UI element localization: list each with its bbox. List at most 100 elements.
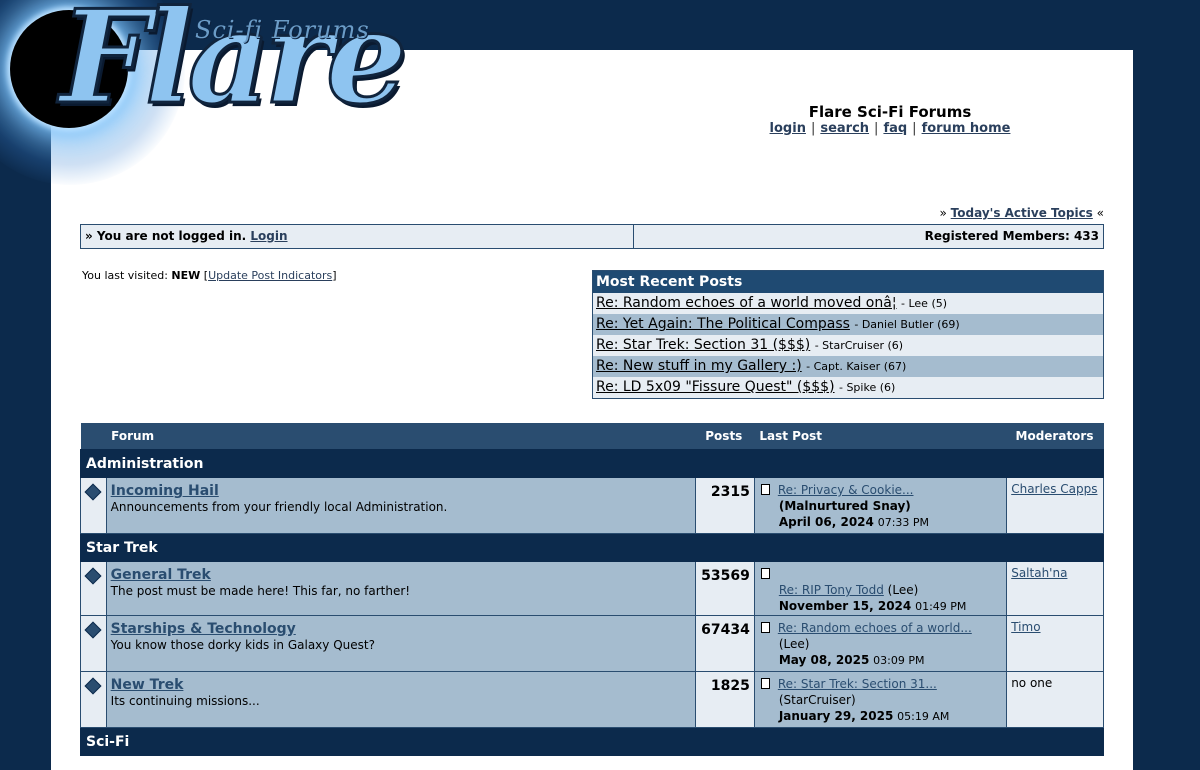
nav-separator: | [912, 121, 917, 136]
recent-post-link[interactable]: Re: Random echoes of a world moved onâ¦ [596, 295, 897, 311]
forum-link-incoming-hail[interactable]: Incoming Hail [111, 483, 219, 499]
flare-logo[interactable]: Flare Sci-fi Forums [0, 0, 409, 200]
category-star-trek[interactable]: Star Trek [80, 533, 1104, 562]
last-post-date: January 29, 2025 [778, 709, 894, 723]
diamond-icon [84, 621, 102, 639]
moderator-cell: Charles Capps [1006, 477, 1104, 534]
forum-post-count: 2315 [694, 477, 755, 534]
nav-login-link[interactable]: login [770, 121, 806, 136]
recent-post-meta: - StarCruiser (6) [814, 339, 904, 352]
category-row: Administration [80, 449, 1104, 478]
last-post-author: (Lee) [778, 637, 810, 651]
nav-search-link[interactable]: search [820, 121, 869, 136]
category-row: Star Trek [80, 533, 1104, 562]
last-post-time: 07:33 PM [877, 516, 930, 529]
moderator-link[interactable]: Timo [1011, 620, 1040, 634]
moderator-cell: no one [1006, 671, 1104, 728]
recent-post-link[interactable]: Re: New stuff in my Gallery :) [596, 358, 802, 374]
post-page-icon[interactable] [760, 678, 770, 689]
recent-post-link[interactable]: Re: Yet Again: The Political Compass [596, 316, 850, 332]
last-post-link[interactable]: Re: Star Trek: Section 31... [778, 677, 937, 691]
forum-cell: General Trek The post must be made here!… [105, 561, 696, 616]
recent-post-count: (6) [887, 339, 904, 352]
recent-post-link[interactable]: Re: Star Trek: Section 31 ($$$) [596, 337, 810, 353]
last-post-cell: Re: Star Trek: Section 31... (StarCruise… [753, 671, 1008, 728]
moderator-link[interactable]: Saltah'na [1011, 566, 1067, 580]
forum-cell: Starships & Technology You know those do… [105, 615, 696, 672]
site-title: Flare Sci-Fi Forums [808, 103, 972, 121]
recent-posts-title: Most Recent Posts [593, 271, 1103, 293]
post-page-icon[interactable] [760, 568, 770, 579]
recent-post-count: (6) [879, 381, 896, 394]
update-post-indicators-link[interactable]: Update Post Indicators [208, 269, 332, 282]
forum-row: General Trek The post must be made here!… [80, 561, 1104, 616]
login-status: » You are not logged in. Login [81, 225, 634, 248]
login-status-text: » You are not logged in. [85, 229, 247, 243]
forum-cell: Incoming Hail Announcements from your fr… [105, 477, 696, 534]
forum-description: Announcements from your friendly local A… [110, 500, 448, 514]
category-administration[interactable]: Administration [80, 449, 1104, 478]
nav-separator: | [810, 121, 816, 136]
moderator-cell: Saltah'na [1006, 561, 1104, 616]
last-post-date: November 15, 2024 [778, 599, 912, 613]
nav-separator: | [874, 121, 879, 136]
table-header-row: Forum Posts Last Post Moderators [80, 423, 1104, 450]
forum-status-icon [80, 671, 107, 728]
last-post-time: 03:09 PM [873, 654, 925, 667]
header-last-post: Last Post [754, 423, 1007, 450]
forum-link-general-trek[interactable]: General Trek [111, 567, 211, 583]
forum-description: The post must be made here! This far, no… [110, 584, 411, 598]
last-post-link[interactable]: Re: RIP Tony Todd [779, 583, 884, 597]
forum-status-icon [80, 615, 107, 672]
forum-status-icon [80, 477, 107, 534]
forum-row: Incoming Hail Announcements from your fr… [80, 477, 1104, 534]
last-post-time: 01:49 PM [915, 600, 967, 613]
category-row: Sci-Fi [80, 727, 1104, 756]
nav-forum-home-link[interactable]: forum home [922, 121, 1011, 136]
diamond-icon [84, 483, 102, 501]
forum-row: New Trek Its continuing missions... 1825… [80, 671, 1104, 728]
last-post-cell: Re: Privacy & Cookie... (Malnurtured Sna… [753, 477, 1008, 534]
category-sci-fi[interactable]: Sci-Fi [80, 727, 1104, 756]
last-visited-label: You last visited: [82, 269, 168, 282]
recent-post-author: StarCruiser [822, 339, 884, 352]
last-visited: You last visited: NEW [Update Post Indic… [82, 269, 337, 282]
last-post-link[interactable]: Re: Random echoes of a world... [778, 621, 972, 635]
recent-post-author: Spike [846, 381, 877, 394]
header-icon-col [80, 423, 107, 450]
active-topics-link[interactable]: Today's Active Topics [951, 206, 1093, 220]
last-post-date: April 06, 2024 [778, 515, 874, 529]
diamond-icon [84, 677, 102, 695]
post-page-icon[interactable] [760, 484, 770, 495]
last-post-link[interactable]: Re: Privacy & Cookie... [778, 483, 914, 497]
last-visited-value: NEW [171, 269, 201, 282]
recent-post-item: Re: LD 5x09 "Fissure Quest" ($$$) - Spik… [593, 377, 1103, 398]
last-post-cell: Re: RIP Tony Todd (Lee) November 15, 202… [753, 561, 1008, 616]
recent-post-meta: - Capt. Kaiser (67) [806, 360, 907, 373]
most-recent-posts: Most Recent Posts Re: Random echoes of a… [592, 270, 1104, 399]
recent-post-author: Lee [908, 297, 928, 310]
forum-link-starships-technology[interactable]: Starships & Technology [111, 621, 296, 637]
forum-status-icon [80, 561, 107, 616]
registered-members: Registered Members: 433 [924, 229, 1099, 243]
last-post-author: (StarCruiser) [778, 693, 856, 707]
login-link[interactable]: Login [250, 229, 287, 243]
forum-link-new-trek[interactable]: New Trek [111, 677, 184, 693]
forum-row: Starships & Technology You know those do… [80, 615, 1104, 672]
active-topics-suffix: « [1096, 206, 1104, 220]
nav-faq-link[interactable]: faq [883, 121, 907, 136]
forum-cell: New Trek Its continuing missions... [105, 671, 696, 728]
recent-post-item: Re: New stuff in my Gallery :) - Capt. K… [593, 356, 1103, 377]
forum-description: You know those dorky kids in Galaxy Ques… [110, 638, 375, 652]
top-nav: login | search | faq | forum home [700, 121, 1080, 136]
post-page-icon[interactable] [760, 622, 770, 633]
header-posts: Posts [695, 423, 755, 450]
recent-post-count: (69) [937, 318, 960, 331]
forum-post-count: 67434 [694, 615, 755, 672]
forum-post-count: 1825 [694, 671, 755, 728]
moderator-link[interactable]: Charles Capps [1011, 482, 1097, 496]
login-status-bar: » You are not logged in. Login Registere… [80, 224, 1104, 249]
active-topics-prefix: » [939, 206, 947, 220]
recent-post-link[interactable]: Re: LD 5x09 "Fissure Quest" ($$$) [596, 379, 835, 395]
header-moderators: Moderators [1006, 423, 1104, 450]
